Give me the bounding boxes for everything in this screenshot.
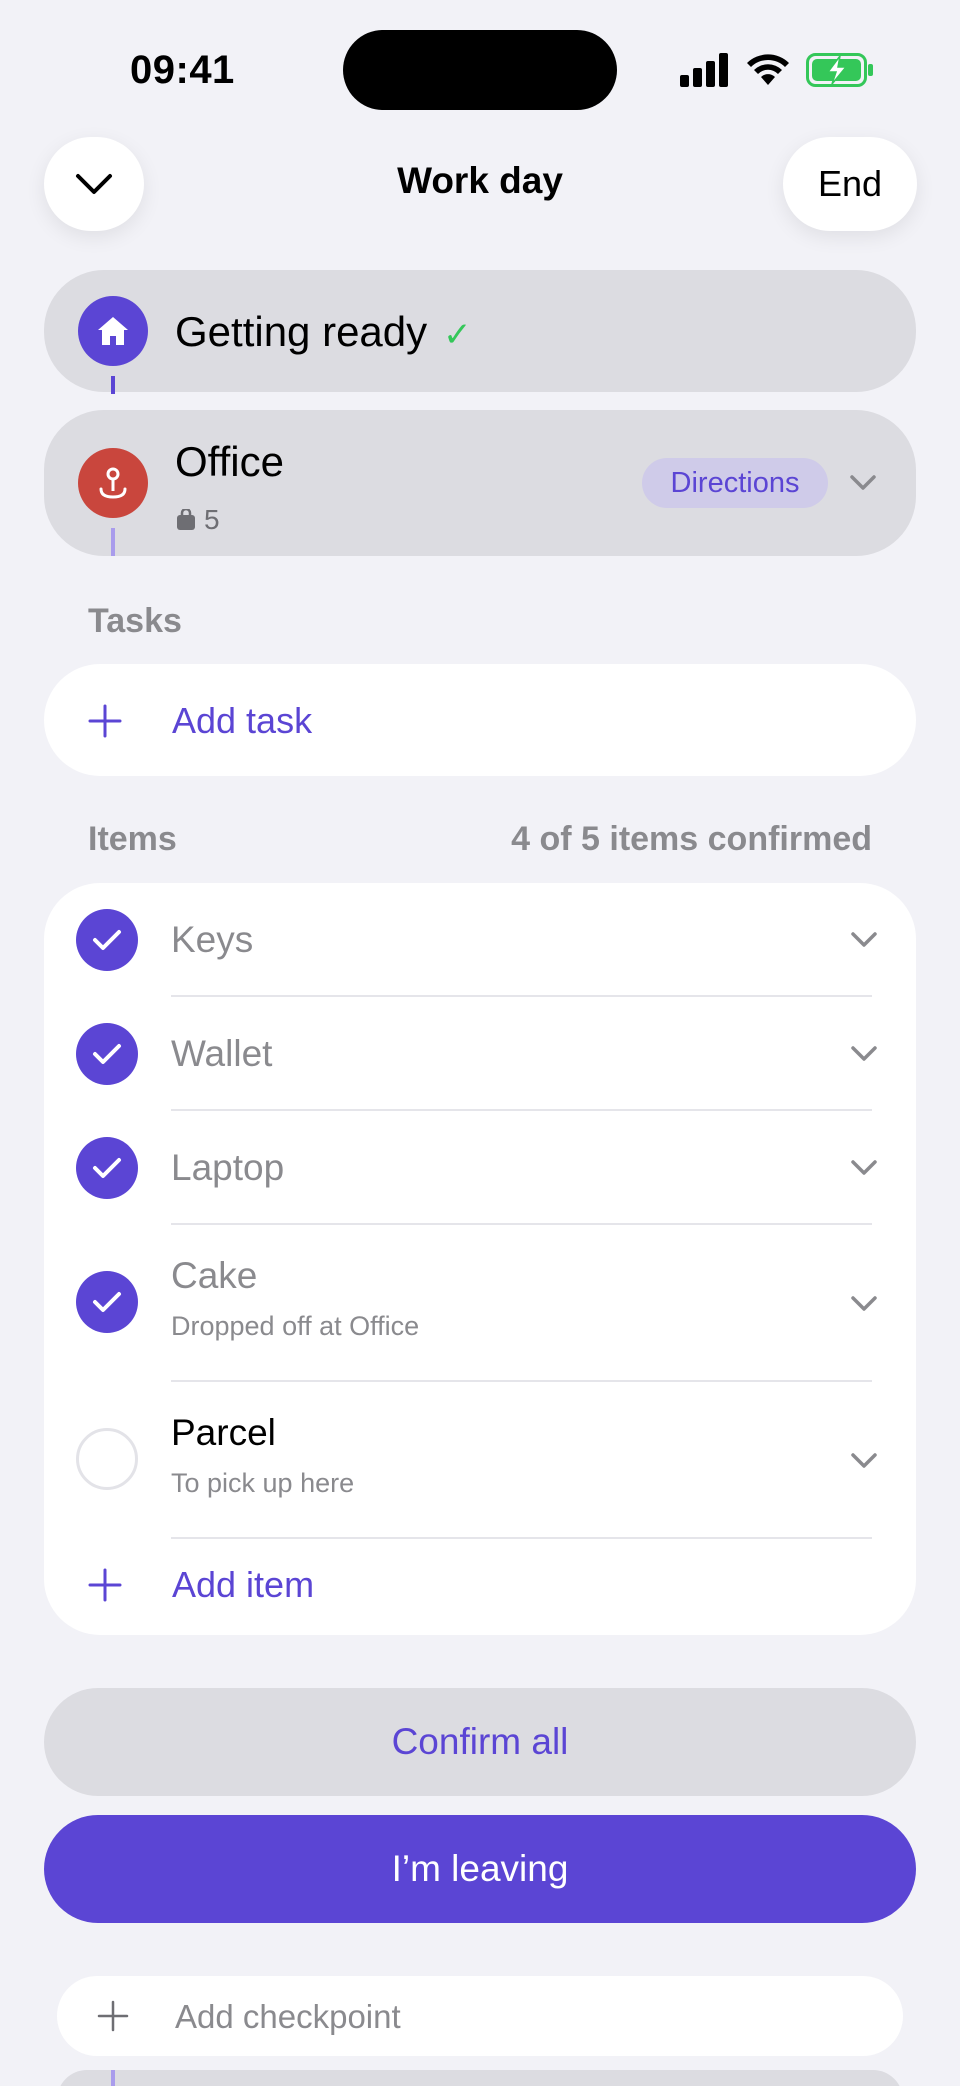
checkmark-icon — [93, 1044, 121, 1064]
status-time: 09:41 — [130, 48, 235, 92]
location-pin-icon — [78, 448, 148, 518]
chevron-down-icon[interactable] — [850, 1452, 878, 1470]
chevron-down-icon[interactable] — [850, 1295, 878, 1313]
checkbox-checked[interactable] — [76, 1271, 138, 1333]
route-connector — [111, 528, 115, 556]
item-name: Cake — [171, 1255, 258, 1296]
plus-icon — [97, 2000, 129, 2032]
items-summary: 4 of 5 items confirmed — [511, 820, 872, 858]
next-checkpoint-peek — [57, 2070, 903, 2086]
add-checkpoint-button[interactable]: Add checkpoint — [57, 1976, 903, 2056]
checkpoint-office[interactable]: Office 5 Directions — [44, 410, 916, 556]
checkpoint-title: Getting ready ✓ — [175, 308, 472, 355]
battery-charging-icon — [806, 53, 873, 87]
item-count: 5 — [176, 504, 220, 536]
chevron-down-icon[interactable] — [849, 474, 877, 492]
list-item[interactable]: Wallet — [44, 997, 916, 1109]
item-name: Parcel — [171, 1412, 276, 1453]
directions-button[interactable]: Directions — [642, 458, 828, 508]
confirm-all-button[interactable]: Confirm all — [44, 1688, 916, 1796]
signal-icon — [680, 53, 728, 87]
item-name: Keys — [171, 919, 254, 960]
list-item[interactable]: Cake Dropped off at Office — [44, 1225, 916, 1381]
home-icon — [78, 296, 148, 366]
plus-icon — [88, 1568, 122, 1602]
list-item[interactable]: Keys — [44, 883, 916, 995]
chevron-down-icon[interactable] — [850, 931, 878, 949]
checkmark-icon — [93, 1292, 121, 1312]
checkmark-icon — [93, 1158, 121, 1178]
item-name: Wallet — [171, 1033, 273, 1074]
checkmark-icon — [93, 930, 121, 950]
checkbox-unchecked[interactable] — [76, 1428, 138, 1490]
status-icons — [680, 50, 874, 90]
chevron-down-icon[interactable] — [850, 1159, 878, 1177]
items-label: Items — [88, 820, 177, 858]
chevron-down-icon[interactable] — [850, 1045, 878, 1063]
checkbox-checked[interactable] — [76, 1137, 138, 1199]
route-connector — [111, 376, 115, 394]
dynamic-island — [343, 30, 617, 110]
add-task-button[interactable]: Add task — [88, 700, 312, 742]
checkbox-checked[interactable] — [76, 909, 138, 971]
checkbox-checked[interactable] — [76, 1023, 138, 1085]
divider — [171, 1537, 872, 1539]
checkpoint-getting-ready[interactable]: Getting ready ✓ — [44, 270, 916, 392]
leaving-button[interactable]: I’m leaving — [44, 1815, 916, 1923]
item-subtitle: To pick up here — [171, 1468, 355, 1498]
tasks-card: Add task — [44, 664, 916, 776]
tasks-label: Tasks — [88, 602, 182, 640]
wifi-icon — [747, 54, 789, 85]
end-button[interactable]: End — [783, 137, 917, 231]
completed-check-icon: ✓ — [443, 316, 472, 354]
bag-icon — [177, 509, 195, 530]
item-subtitle: Dropped off at Office — [171, 1311, 420, 1341]
add-item-button[interactable]: Add item — [88, 1555, 314, 1615]
route-connector — [111, 2070, 115, 2086]
items-card: Keys Wallet Laptop Cake Dropped off at O… — [44, 883, 916, 1635]
item-name: Laptop — [171, 1147, 285, 1188]
plus-icon — [88, 704, 122, 738]
app-screen: 09:41 Work day End Getting ready ✓ Offic… — [0, 0, 960, 2086]
checkpoint-title: Office — [175, 438, 284, 485]
add-checkpoint-label: Add checkpoint — [175, 1998, 401, 2035]
list-item[interactable]: Parcel To pick up here — [44, 1382, 916, 1538]
list-item[interactable]: Laptop — [44, 1111, 916, 1223]
